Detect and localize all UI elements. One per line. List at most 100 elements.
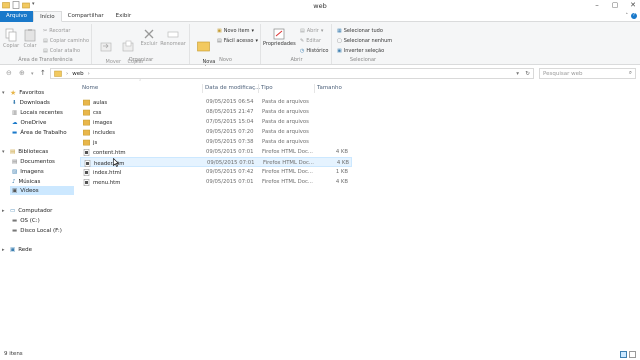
large-icons-view-icon[interactable] xyxy=(629,351,636,358)
file-name: js xyxy=(93,139,98,146)
column-type[interactable]: Tipo xyxy=(261,85,273,91)
history-label: Histórico xyxy=(306,48,329,54)
easy-access-button[interactable]: ▤ Fácil acesso ▾ xyxy=(217,38,258,44)
select-all-button[interactable]: ▦ Selecionar tudo xyxy=(337,28,383,34)
open-button[interactable]: ▤ Abrir ▾ xyxy=(300,28,323,34)
file-name: content.htm xyxy=(93,149,126,156)
folder-row[interactable]: images 07/05/2015 15:04 Pasta de arquivos xyxy=(80,117,352,127)
file-name: aulas xyxy=(93,99,108,106)
file-date: 08/05/2015 21:47 xyxy=(206,109,254,115)
nav-pictures[interactable]: ▨ Imagens xyxy=(12,167,44,176)
minimize-button[interactable]: – xyxy=(592,1,602,9)
nav-favorites[interactable]: ▾ ★ Favoritos xyxy=(2,88,44,97)
nav-computer[interactable]: ▸ ▭ Computador xyxy=(2,206,52,215)
drive-icon: ▬ xyxy=(12,227,18,234)
tab-share[interactable]: Compartilhar xyxy=(62,11,110,22)
address-bar[interactable]: › web › ▾ ↻ xyxy=(50,68,534,79)
file-type: Firefox HTML Doc... xyxy=(262,149,313,155)
nav-music[interactable]: ♪ Músicas xyxy=(12,177,40,186)
file-row[interactable]: content.htm 09/05/2015 07:01 Firefox HTML … xyxy=(80,147,352,157)
maximize-button[interactable]: ▢ xyxy=(610,1,620,9)
help-icon[interactable]: ? xyxy=(631,13,637,19)
breadcrumb-web[interactable]: web xyxy=(72,71,83,77)
history-button[interactable]: ◷ Histórico xyxy=(300,48,328,54)
rename-icon xyxy=(167,31,179,38)
nav-drive-c[interactable]: ▬ OS (C:) xyxy=(12,216,40,225)
nav-videos-label: Vídeos xyxy=(20,187,39,194)
nav-network[interactable]: ▸ ▣ Rede xyxy=(2,245,32,254)
nav-documents-label: Documentos xyxy=(20,158,55,165)
paste-shortcut-button[interactable]: ▤ Colar atalho xyxy=(43,48,80,54)
paste-icon xyxy=(24,29,36,42)
column-divider[interactable] xyxy=(202,84,203,93)
file-row[interactable]: header.htm 09/05/2015 07:01 Firefox HTML D… xyxy=(80,157,352,167)
folder-row[interactable]: includes 09/05/2015 07:20 Pasta de arquivo… xyxy=(80,127,352,137)
invert-selection-icon: ▣ xyxy=(337,48,342,54)
folder-row[interactable]: css 08/05/2015 21:47 Pasta de arquivos xyxy=(80,107,352,117)
up-button[interactable]: ↑ xyxy=(40,69,46,77)
breadcrumb-chevron-icon: › xyxy=(87,70,90,77)
column-size[interactable]: Tamanho xyxy=(317,85,342,91)
ribbon-collapse-icon[interactable]: ˄ xyxy=(626,13,629,19)
nav-recent-label: Locais recentes xyxy=(20,109,63,116)
recent-locations-icon[interactable]: ▾ xyxy=(31,71,34,77)
cut-button[interactable]: ✂ Recortar xyxy=(43,28,70,34)
nav-desktop[interactable]: ▬ Área de Trabalho xyxy=(12,128,67,137)
column-name[interactable]: Nome xyxy=(82,85,98,91)
select-none-button[interactable]: ▢ Selecionar nenhum xyxy=(337,38,392,44)
file-date: 09/05/2015 07:38 xyxy=(206,139,254,145)
select-group-label: Selecionar xyxy=(349,57,377,63)
details-view-icon[interactable] xyxy=(620,351,627,358)
copy-button[interactable]: Copiar xyxy=(3,28,19,49)
edit-button[interactable]: ✎ Editar xyxy=(300,38,321,44)
expand-arrow-icon[interactable]: ▸ xyxy=(2,247,7,253)
file-type: Firefox HTML Doc... xyxy=(263,160,314,166)
scissors-icon: ✂ xyxy=(43,28,48,34)
address-dropdown-icon[interactable]: ▾ xyxy=(516,71,519,77)
file-row[interactable]: menu.htm 09/05/2015 07:01 Firefox HTML Doc… xyxy=(80,177,352,187)
desktop-icon: ▬ xyxy=(12,129,18,136)
folder-row[interactable]: js 09/05/2015 07:38 Pasta de arquivos xyxy=(80,137,352,147)
forward-button[interactable]: ⊕ xyxy=(19,69,25,77)
clipboard-group-label: Área de Transferência xyxy=(18,57,73,63)
expand-arrow-icon[interactable]: ▾ xyxy=(2,90,7,96)
nav-onedrive[interactable]: ☁ OneDrive xyxy=(12,118,46,127)
rename-button[interactable]: Renomear xyxy=(160,28,186,47)
folder-icon xyxy=(83,109,90,116)
column-divider[interactable] xyxy=(258,84,259,93)
new-folder-icon xyxy=(196,41,210,52)
tab-file[interactable]: Arquivo xyxy=(0,11,34,22)
file-row[interactable]: index.html 09/05/2015 07:42 Firefox HTML D… xyxy=(80,167,352,177)
nav-downloads[interactable]: ⬇ Downloads xyxy=(12,98,50,107)
file-type: Pasta de arquivos xyxy=(262,119,309,125)
tab-home[interactable]: Início xyxy=(33,11,62,22)
nav-recent[interactable]: ▥ Locais recentes xyxy=(12,108,63,117)
search-box[interactable]: Pesquisar web ⌕ xyxy=(539,68,636,79)
nav-videos[interactable]: ▣ Vídeos xyxy=(10,186,74,195)
invert-selection-button[interactable]: ▣ Inverter seleção xyxy=(337,48,384,54)
column-divider[interactable] xyxy=(314,84,315,93)
folder-row[interactable]: aulas 09/05/2015 06:54 Pasta de arquivos xyxy=(80,97,352,107)
file-name-cell: index.html xyxy=(83,169,121,176)
properties-button[interactable]: Propriedades xyxy=(263,28,296,47)
nav-drive-f[interactable]: ▬ Disco Local (F:) xyxy=(12,226,62,235)
column-date[interactable]: Data de modificaç... xyxy=(205,85,260,91)
file-name: css xyxy=(93,109,102,116)
file-date: 09/05/2015 07:01 xyxy=(206,149,254,155)
delete-label: Excluir xyxy=(140,41,158,47)
paste-button[interactable]: Colar xyxy=(22,28,38,49)
copy-path-label: Copiar caminho xyxy=(49,38,90,44)
close-button[interactable]: ✕ xyxy=(628,1,638,9)
delete-button[interactable]: Excluir xyxy=(140,28,158,47)
tab-view[interactable]: Exibir xyxy=(110,11,138,22)
expand-arrow-icon[interactable]: ▾ xyxy=(2,149,7,155)
back-button[interactable]: ⊖ xyxy=(6,69,12,77)
new-item-button[interactable]: ▣ Novo item ▾ xyxy=(217,28,254,34)
nav-libraries[interactable]: ▾ ▤ Bibliotecas xyxy=(2,147,48,156)
copy-path-button[interactable]: ▤ Copiar caminho xyxy=(43,38,89,44)
pictures-icon: ▨ xyxy=(12,168,18,175)
nav-documents[interactable]: ▤ Documentos xyxy=(12,157,55,166)
drive-icon: ▬ xyxy=(12,217,18,224)
refresh-icon[interactable]: ↻ xyxy=(525,71,530,77)
expand-arrow-icon[interactable]: ▸ xyxy=(2,208,7,214)
